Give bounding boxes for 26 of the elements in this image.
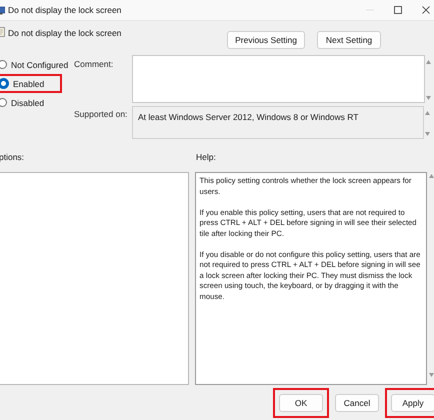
setting-title: Do not display the lock screen — [8, 28, 122, 38]
radio-label[interactable]: Not Configured — [11, 60, 68, 70]
radio-label[interactable]: Disabled — [11, 98, 44, 108]
scroll-up-icon — [425, 111, 430, 115]
previous-setting-button[interactable]: Previous Setting — [227, 31, 305, 49]
radio-button[interactable] — [0, 98, 7, 107]
comment-field[interactable] — [132, 55, 425, 103]
scroll-down-icon — [426, 96, 431, 100]
maximize-icon — [394, 6, 402, 14]
ok-button[interactable]: OK — [279, 394, 323, 412]
window-title: Do not display the lock screen — [8, 5, 122, 15]
radio-button[interactable] — [0, 78, 9, 89]
scroll-down-icon — [425, 132, 430, 136]
next-setting-button[interactable]: Next Setting — [317, 31, 381, 49]
radio-label[interactable]: Enabled — [13, 78, 44, 88]
scroll-up-icon — [426, 60, 431, 64]
scroll-up-icon — [429, 174, 434, 178]
supported-on-text: At least Windows Server 2012, Windows 8 or Windows RT — [132, 106, 424, 139]
radio-button[interactable] — [0, 60, 7, 69]
apply-button[interactable]: Apply — [391, 394, 434, 412]
close-icon — [422, 6, 430, 14]
supported-on-label: Supported on: — [74, 109, 128, 119]
help-label: Help: — [196, 152, 216, 162]
comment-label: Comment: — [74, 59, 114, 69]
scroll-down-icon — [429, 373, 434, 377]
cancel-button[interactable]: Cancel — [335, 394, 379, 412]
